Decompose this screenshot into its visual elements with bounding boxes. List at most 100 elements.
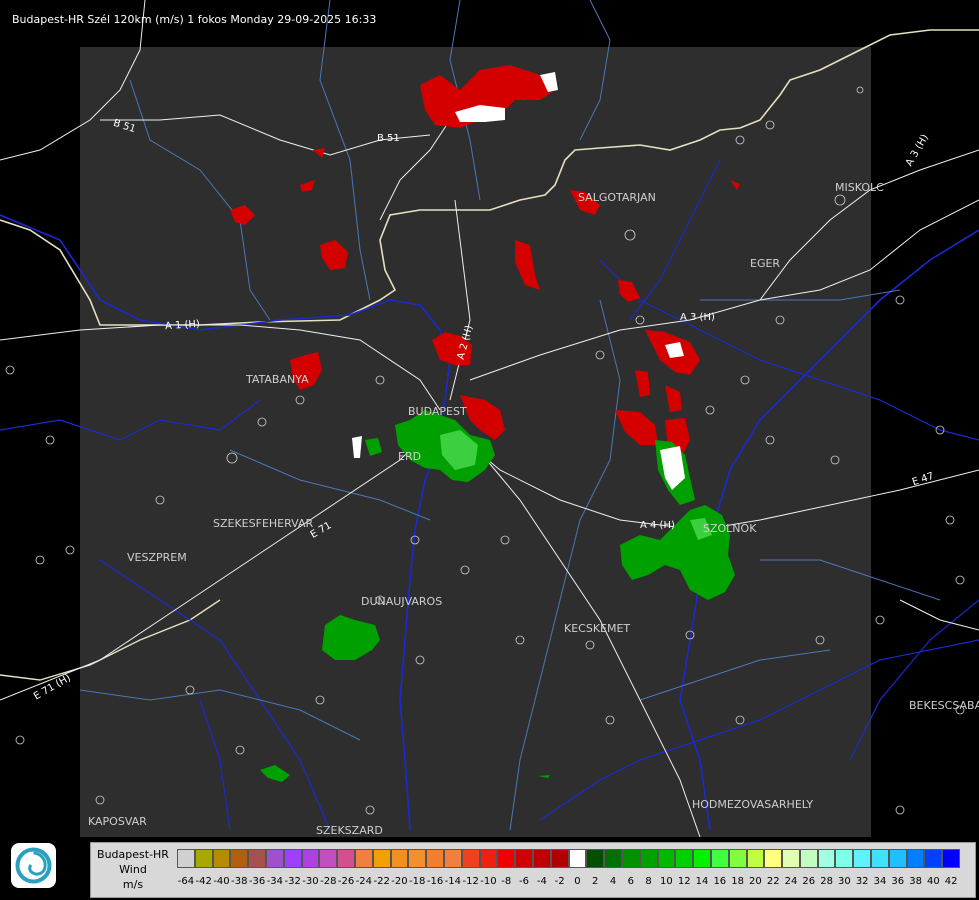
legend-swatch (942, 849, 961, 868)
legend-swatch (586, 849, 605, 868)
legend-swatch (372, 849, 391, 868)
legend-tick-label: 38 (909, 876, 922, 887)
legend-tick-label: 32 (855, 876, 869, 887)
legend-swatch (212, 849, 231, 868)
legend-swatch (746, 849, 765, 868)
legend-swatch (248, 849, 266, 868)
legend-tick-label: 16 (713, 876, 727, 887)
legend-swatch (888, 849, 907, 868)
legend-tick-label: -36 (248, 876, 266, 887)
legend-tick-label: 20 (749, 876, 762, 887)
legend-tick-label: 24 (784, 876, 798, 887)
legend-swatch (390, 849, 409, 868)
legend-swatch (265, 849, 284, 868)
city-label-hodmezovasarhely: HODMEZOVASARHELY (692, 798, 814, 811)
city-label-erd: ERD (398, 450, 422, 463)
legend-swatch (426, 849, 444, 868)
legend-tick-label: 34 (873, 876, 887, 887)
legend-swatches (177, 849, 961, 868)
legend-swatch (301, 849, 320, 868)
legend-tick-label: 40 (927, 876, 940, 887)
legend-tick-label: -10 (480, 876, 497, 887)
legend-swatch (461, 849, 480, 868)
city-label-bekescsaba: BEKESCSABA (909, 699, 979, 712)
legend-tick-label: 14 (695, 876, 709, 887)
legend-swatch (479, 849, 498, 868)
legend-tick-label: -14 (444, 876, 462, 887)
legend-swatch (693, 849, 711, 868)
legend-tick-label: 22 (766, 876, 780, 887)
legend-tick-label: -16 (426, 876, 444, 887)
legend-swatch (657, 849, 676, 868)
legend-swatch (550, 849, 569, 868)
city-label-veszprem: VESZPREM (127, 551, 187, 564)
legend-ticks: -64 -42 -40 -38 -36 -34 -32 -30 -28 -26 -24 -22 -20-… (177, 876, 960, 887)
legend-swatch (568, 849, 587, 868)
city-label-eger: EGER (750, 257, 781, 270)
city-label-budapest: BUDAPEST (408, 405, 467, 418)
legend-swatch (177, 849, 195, 868)
legend-tick-label: -18 (409, 876, 426, 887)
city-label-szolnok: SZOLNOK (703, 522, 757, 535)
legend-tick-label: -32 (284, 876, 301, 887)
city-label-szekszard: SZEKSZARD (316, 824, 383, 837)
legend-tick-label: -4 (536, 876, 547, 887)
legend-tick-label: 6 (627, 876, 634, 887)
legend-tick-label: -34 (266, 876, 284, 887)
legend-tick-label: 8 (645, 876, 652, 887)
city-label-salgotarjan: SALGOTARJAN (578, 191, 656, 204)
color-legend: Budapest-HR Wind m/s -64 -42 -40 -38 -36 -34-… (90, 842, 976, 898)
legend-tick-label: -38 (231, 876, 248, 887)
city-label-szekesfehervar: SZEKESFEHERVAR (213, 517, 314, 530)
legend-swatch (675, 849, 694, 868)
legend-tick-label: 26 (802, 876, 816, 887)
legend-swatch (764, 849, 783, 868)
city-label-miskolc: MISKOLC (835, 181, 884, 194)
legend-swatch (853, 849, 872, 868)
legend-swatch (604, 849, 622, 868)
legend-tick-label: -28 (320, 876, 337, 887)
city-label-dunaujvaros: DUNAUJVAROS (361, 595, 443, 608)
legend-tick-label: -8 (501, 876, 512, 887)
legend-swatch (319, 849, 338, 868)
legend-tick-label: 10 (660, 876, 673, 887)
legend-swatch (799, 849, 818, 868)
legend-swatch (924, 849, 943, 868)
legend-tick-label: -6 (519, 876, 530, 887)
legend-swatch (443, 849, 462, 868)
road-label-a4: A 4 (H) (640, 520, 675, 531)
legend-tick-label: -12 (462, 876, 479, 887)
legend-swatch (906, 849, 925, 868)
road-label-a3: A 3 (H) (680, 312, 715, 323)
legend-title-line1: Budapest-HR (97, 848, 169, 861)
legend-swatch (621, 849, 640, 868)
legend-tick-label: -26 (337, 876, 355, 887)
legend-tick-label: 36 (891, 876, 905, 887)
legend-swatch (497, 849, 516, 868)
legend-tick-label: 4 (609, 876, 617, 887)
legend-swatch (871, 849, 889, 868)
legend-tick-label: 18 (731, 876, 744, 887)
city-label-kaposvar: KAPOSVAR (88, 815, 147, 828)
legend-swatch (408, 849, 427, 868)
city-label-kecskemet: KECSKEMET (564, 622, 631, 635)
legend-swatch (782, 849, 800, 868)
legend-swatch (710, 849, 729, 868)
legend-swatch (515, 849, 533, 868)
city-label-tatabanya: TATABANYA (246, 373, 309, 386)
map-title: Budapest-HR Szél 120km (m/s) 1 fokos Mon… (12, 13, 377, 26)
legend-tick-label: -30 (302, 876, 319, 887)
legend-swatch (230, 849, 249, 868)
legend-tick-label: 30 (838, 876, 851, 887)
legend-tick-label: 0 (574, 876, 581, 887)
legend-tick-label: 12 (677, 876, 691, 887)
met-service-logo (11, 843, 56, 888)
legend-tick-label: 2 (592, 876, 599, 887)
legend-swatch (532, 849, 551, 868)
legend-tick-label: -24 (355, 876, 373, 887)
road-label-b51-east: B 51 (377, 133, 400, 144)
legend-swatch (283, 849, 302, 868)
legend-unit: m/s (122, 878, 144, 891)
legend-title: Budapest-HR Wind m/s (93, 847, 173, 892)
legend-tick-label: -2 (554, 876, 565, 887)
